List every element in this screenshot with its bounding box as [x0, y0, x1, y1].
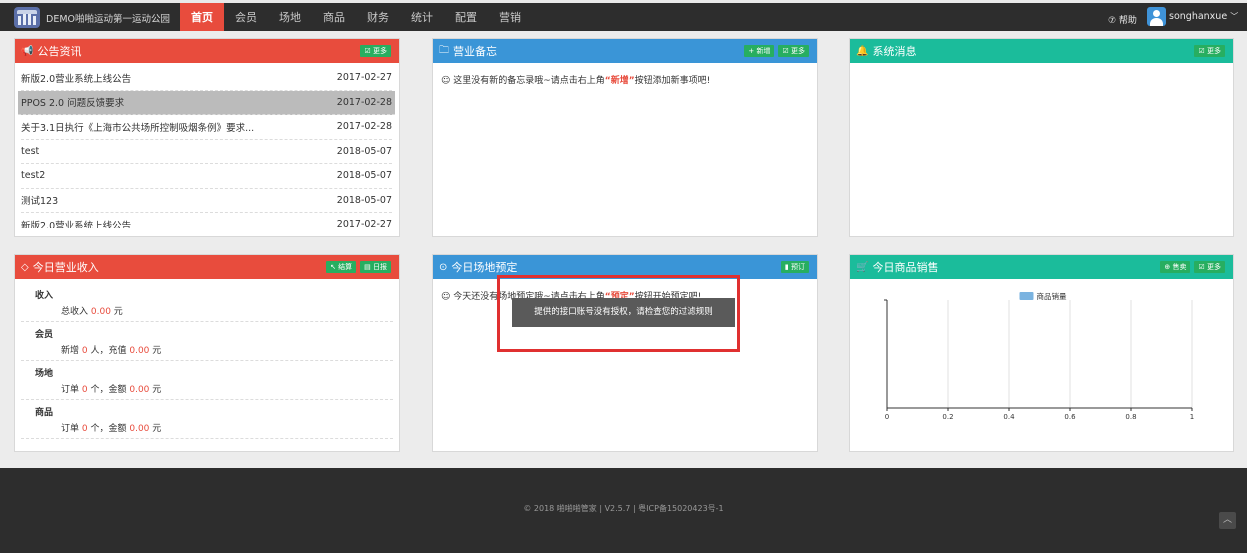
sales-panel: 🛒 今日商品销售 ⊕ 售卖 ☑ 更多 商品销量 0 0.2 0.4 0.6 0.8 1 [849, 254, 1234, 452]
list-item[interactable]: test 2018-05-07 [21, 140, 392, 164]
nav-marketing[interactable]: 营销 [488, 3, 532, 31]
list-item[interactable]: 新版2.0营业系统上线公告 2017-02-27 [21, 66, 392, 91]
nav-products[interactable]: 商品 [312, 3, 356, 31]
legend-label: 商品销量 [1037, 291, 1067, 301]
folder-icon: 🗀 [439, 44, 449, 56]
booking-title: 今日场地预定 [451, 261, 518, 274]
memo-empty-message: ☺ 这里没有新的备忘录哦~请点击右上角“新增”按钮添加新事项吧! [441, 76, 711, 86]
username: songhanxue [1169, 11, 1228, 22]
list-item[interactable]: test2 2018-05-07 [21, 164, 392, 189]
user-menu[interactable]: songhanxue ﹀ [1169, 11, 1238, 22]
venues-row: 场地 订单 0 个，金额 0.00 元 [21, 361, 393, 400]
nav-statistics[interactable]: 统计 [400, 3, 444, 31]
system-message-panel: 🔔 系统消息 ☑ 更多 [849, 38, 1234, 237]
income-summary: 收入 总收入 0.00 元 会员 新增 0 人，充值 0.00 元 场地 订单 … [15, 279, 399, 439]
brand-logo-icon[interactable] [14, 7, 40, 28]
x-tick-label: 0.4 [1003, 413, 1015, 421]
x-tick-label: 1 [1190, 413, 1194, 421]
main-nav: 首页 会员 场地 商品 财务 统计 配置 营销 [180, 3, 532, 31]
daily-report-button[interactable]: ▤ 日报 [360, 261, 391, 273]
x-tick-label: 0 [885, 413, 889, 421]
memo-panel: 🗀 营业备忘 + 新增 ☑ 更多 ☺ 这里没有新的备忘录哦~请点击右上角“新增”… [432, 38, 818, 237]
x-tick-label: 0.8 [1125, 413, 1136, 421]
memo-add-button[interactable]: + 新增 [744, 45, 775, 57]
income-row: 收入 总收入 0.00 元 [21, 283, 393, 322]
sysmsg-more-button[interactable]: ☑ 更多 [1194, 45, 1225, 57]
memo-more-button[interactable]: ☑ 更多 [778, 45, 809, 57]
list-item[interactable]: 新版2.0营业系统上线公告 2017-02-27 [21, 213, 392, 228]
footer: © 2018 啪啪啪管家 | V2.5.7 | 粤ICP备15020423号-1 [0, 468, 1247, 553]
back-to-top-button[interactable]: ︿ [1219, 512, 1236, 529]
chevron-down-icon: ﹀ [1230, 12, 1239, 21]
x-tick-label: 0.6 [1064, 413, 1076, 421]
megaphone-icon: 📢 [21, 45, 34, 57]
nav-config[interactable]: 配置 [444, 3, 488, 31]
memo-panel-header: 🗀 营业备忘 + 新增 ☑ 更多 [433, 39, 817, 63]
top-navbar: DEMO啪啪运动第一运动公园 首页 会员 场地 商品 财务 统计 配置 营销 ⑦… [0, 0, 1247, 31]
nav-members[interactable]: 会员 [224, 3, 268, 31]
highlight-box [497, 275, 740, 352]
brand-name: DEMO啪啪运动第一运动公园 [46, 14, 170, 25]
nav-home[interactable]: 首页 [180, 3, 224, 31]
notice-list: 新版2.0营业系统上线公告 2017-02-27 PPOS 2.0 问题反馈要求 2… [15, 63, 399, 228]
x-tick-label: 0.2 [942, 413, 953, 421]
book-button[interactable]: ▮ 预订 [780, 261, 809, 273]
notice-panel-header: 📢 公告资讯 ☑ 更多 [15, 39, 399, 63]
bell-icon: 🔔 [856, 45, 869, 57]
legend-swatch [1019, 292, 1034, 300]
nav-finance[interactable]: 财务 [356, 3, 400, 31]
members-row: 会员 新增 0 人，充值 0.00 元 [21, 322, 393, 361]
income-panel: ◇ 今日营业收入 ↖ 结算 ▤ 日报 收入 总收入 0.00 元 会员 新增 0… [14, 254, 400, 452]
user-avatar-icon[interactable] [1147, 7, 1166, 26]
clock-icon: ⊙ [439, 261, 448, 273]
copyright-text: © 2018 啪啪啪管家 | V2.5.7 | 粤ICP备15020423号-1 [523, 504, 724, 513]
notice-more-button[interactable]: ☑ 更多 [360, 45, 391, 57]
help-link[interactable]: ⑦ 帮助 [1108, 13, 1137, 26]
products-row: 商品 订单 0 个，金额 0.00 元 [21, 400, 393, 439]
notice-panel: 📢 公告资讯 ☑ 更多 新版2.0营业系统上线公告 2017-02-27 PPOS… [14, 38, 400, 237]
system-message-title: 系统消息 [872, 45, 917, 58]
settle-button[interactable]: ↖ 结算 [326, 261, 357, 273]
list-item[interactable]: PPOS 2.0 问题反馈要求 2017-02-28 [18, 90, 395, 115]
sales-chart: 商品销量 0 0.2 0.4 0.6 0.8 1 [884, 291, 1194, 421]
notice-title: 公告资讯 [37, 45, 82, 58]
list-item[interactable]: 测试123 2018-05-07 [21, 189, 392, 213]
nav-venues[interactable]: 场地 [268, 3, 312, 31]
income-title: 今日营业收入 [32, 261, 99, 274]
diamond-icon: ◇ [21, 261, 29, 273]
memo-title: 营业备忘 [453, 45, 497, 58]
list-item[interactable]: 关于3.1日执行《上海市公共场所控制吸烟条例》要求... 2017-02-28 [21, 115, 392, 140]
system-message-header: 🔔 系统消息 ☑ 更多 [850, 39, 1233, 63]
income-panel-header: ◇ 今日营业收入 ↖ 结算 ▤ 日报 [15, 255, 399, 279]
